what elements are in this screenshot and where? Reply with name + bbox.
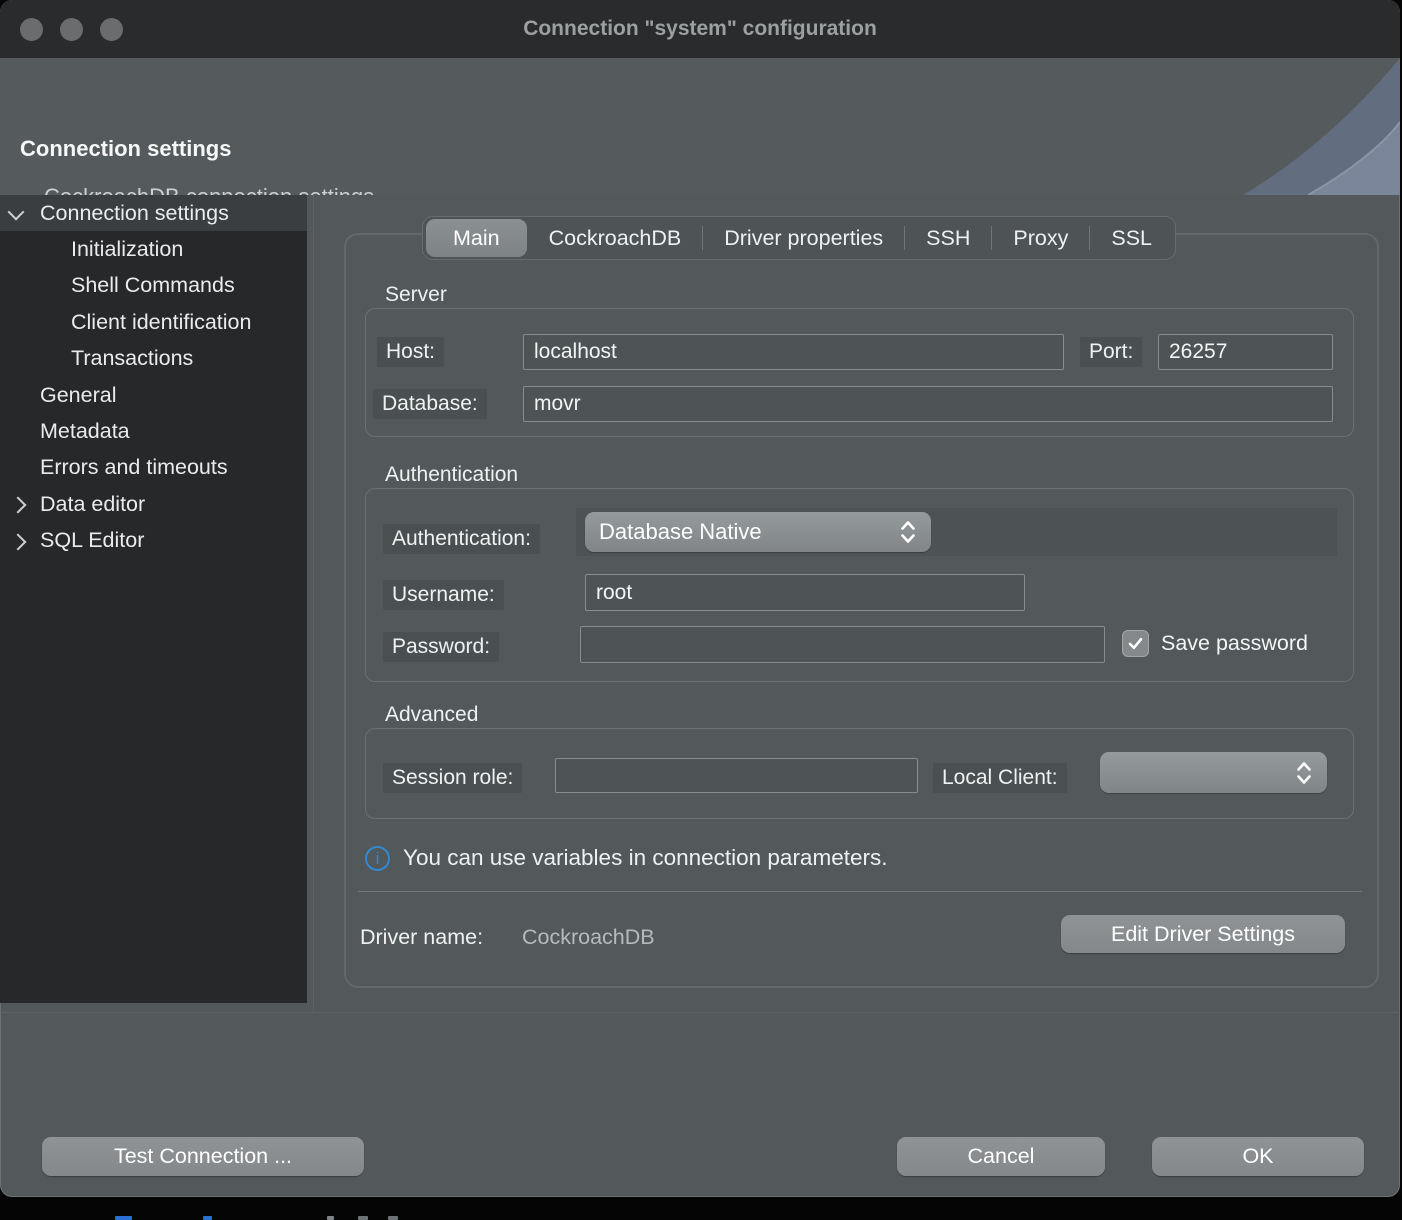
session-role-input[interactable]	[555, 758, 918, 793]
host-input[interactable]	[523, 334, 1064, 370]
desktop-speck	[327, 1216, 334, 1220]
username-input[interactable]	[585, 574, 1025, 611]
screenshot-root: Connection "system" configuration Connec…	[0, 0, 1402, 1220]
authentication-select[interactable]: Database Native	[585, 512, 931, 552]
sidebar-item-errors-and-timeouts[interactable]: Errors and timeouts	[0, 450, 307, 486]
tab-cockroachdb[interactable]: CockroachDB	[528, 226, 703, 251]
desktop-speck	[388, 1216, 398, 1220]
header-title: Connection settings	[20, 136, 231, 162]
section-divider	[358, 891, 1362, 892]
chevron-right-icon[interactable]	[10, 533, 27, 550]
header-swoosh-decoration	[1140, 58, 1400, 195]
dialog-header: Connection settings CockroachDB connecti…	[0, 58, 1400, 195]
password-input[interactable]	[580, 626, 1105, 663]
advanced-section-label: Advanced	[385, 703, 478, 727]
password-label: Password:	[383, 632, 499, 662]
tab-ssh[interactable]: SSH	[905, 226, 991, 251]
username-label: Username:	[383, 580, 504, 610]
save-password-label[interactable]: Save password	[1161, 631, 1337, 656]
window-title: Connection "system" configuration	[0, 0, 1400, 58]
port-label: Port:	[1080, 337, 1142, 367]
sidebar-item-metadata[interactable]: Metadata	[0, 413, 307, 449]
port-input[interactable]	[1158, 334, 1333, 370]
local-client-select[interactable]	[1100, 752, 1327, 793]
settings-tree: Connection settings Initialization Shell…	[0, 195, 307, 1003]
sidebar-item-initialization[interactable]: Initialization	[0, 231, 307, 267]
authentication-section-label: Authentication	[385, 463, 518, 487]
sidebar-item-transactions[interactable]: Transactions	[0, 341, 307, 377]
ok-button[interactable]: OK	[1152, 1137, 1364, 1176]
desktop-background-strip	[0, 1197, 1402, 1220]
chevron-down-icon[interactable]	[8, 204, 25, 221]
title-bar: Connection "system" configuration	[0, 0, 1400, 58]
host-label: Host:	[377, 337, 444, 367]
cancel-button[interactable]: Cancel	[897, 1137, 1105, 1176]
driver-name-value: CockroachDB	[522, 925, 655, 950]
sidebar-divider	[313, 195, 314, 1012]
sidebar-item-connection-settings[interactable]: Connection settings	[0, 195, 307, 231]
tab-bar: Main CockroachDB Driver properties SSH P…	[422, 216, 1176, 260]
sidebar-item-general[interactable]: General	[0, 377, 307, 413]
desktop-speck	[203, 1216, 212, 1220]
local-client-label: Local Client:	[933, 763, 1067, 793]
select-arrows-icon	[1295, 759, 1313, 787]
tab-ssl[interactable]: SSL	[1090, 226, 1173, 251]
sidebar-item-shell-commands[interactable]: Shell Commands	[0, 268, 307, 304]
session-role-label: Session role:	[383, 763, 522, 793]
info-icon: i	[365, 846, 390, 871]
footer-divider	[0, 1012, 1400, 1013]
connection-configuration-dialog: Connection "system" configuration Connec…	[0, 0, 1400, 1197]
header-subtitle: CockroachDB connection settings	[44, 184, 374, 195]
database-input[interactable]	[523, 386, 1333, 422]
edit-driver-settings-button[interactable]: Edit Driver Settings	[1061, 915, 1345, 953]
driver-name-label: Driver name:	[360, 925, 483, 950]
sidebar-item-data-editor[interactable]: Data editor	[0, 486, 307, 522]
save-password-checkbox[interactable]	[1122, 630, 1149, 657]
info-text: You can use variables in connection para…	[403, 845, 887, 871]
chevron-right-icon[interactable]	[10, 497, 27, 514]
server-section-label: Server	[385, 283, 447, 307]
tab-driver-properties[interactable]: Driver properties	[703, 226, 904, 251]
desktop-speck	[358, 1216, 368, 1220]
sidebar-item-client-identification[interactable]: Client identification	[0, 304, 307, 340]
tab-main[interactable]: Main	[426, 219, 527, 257]
test-connection-button[interactable]: Test Connection ...	[42, 1137, 364, 1176]
checkmark-icon	[1126, 634, 1145, 653]
select-arrows-icon	[899, 518, 917, 546]
database-label: Database:	[373, 389, 487, 419]
authentication-label: Authentication:	[383, 524, 540, 554]
tab-proxy[interactable]: Proxy	[992, 226, 1089, 251]
sidebar-item-sql-editor[interactable]: SQL Editor	[0, 523, 307, 559]
desktop-speck	[115, 1216, 132, 1220]
